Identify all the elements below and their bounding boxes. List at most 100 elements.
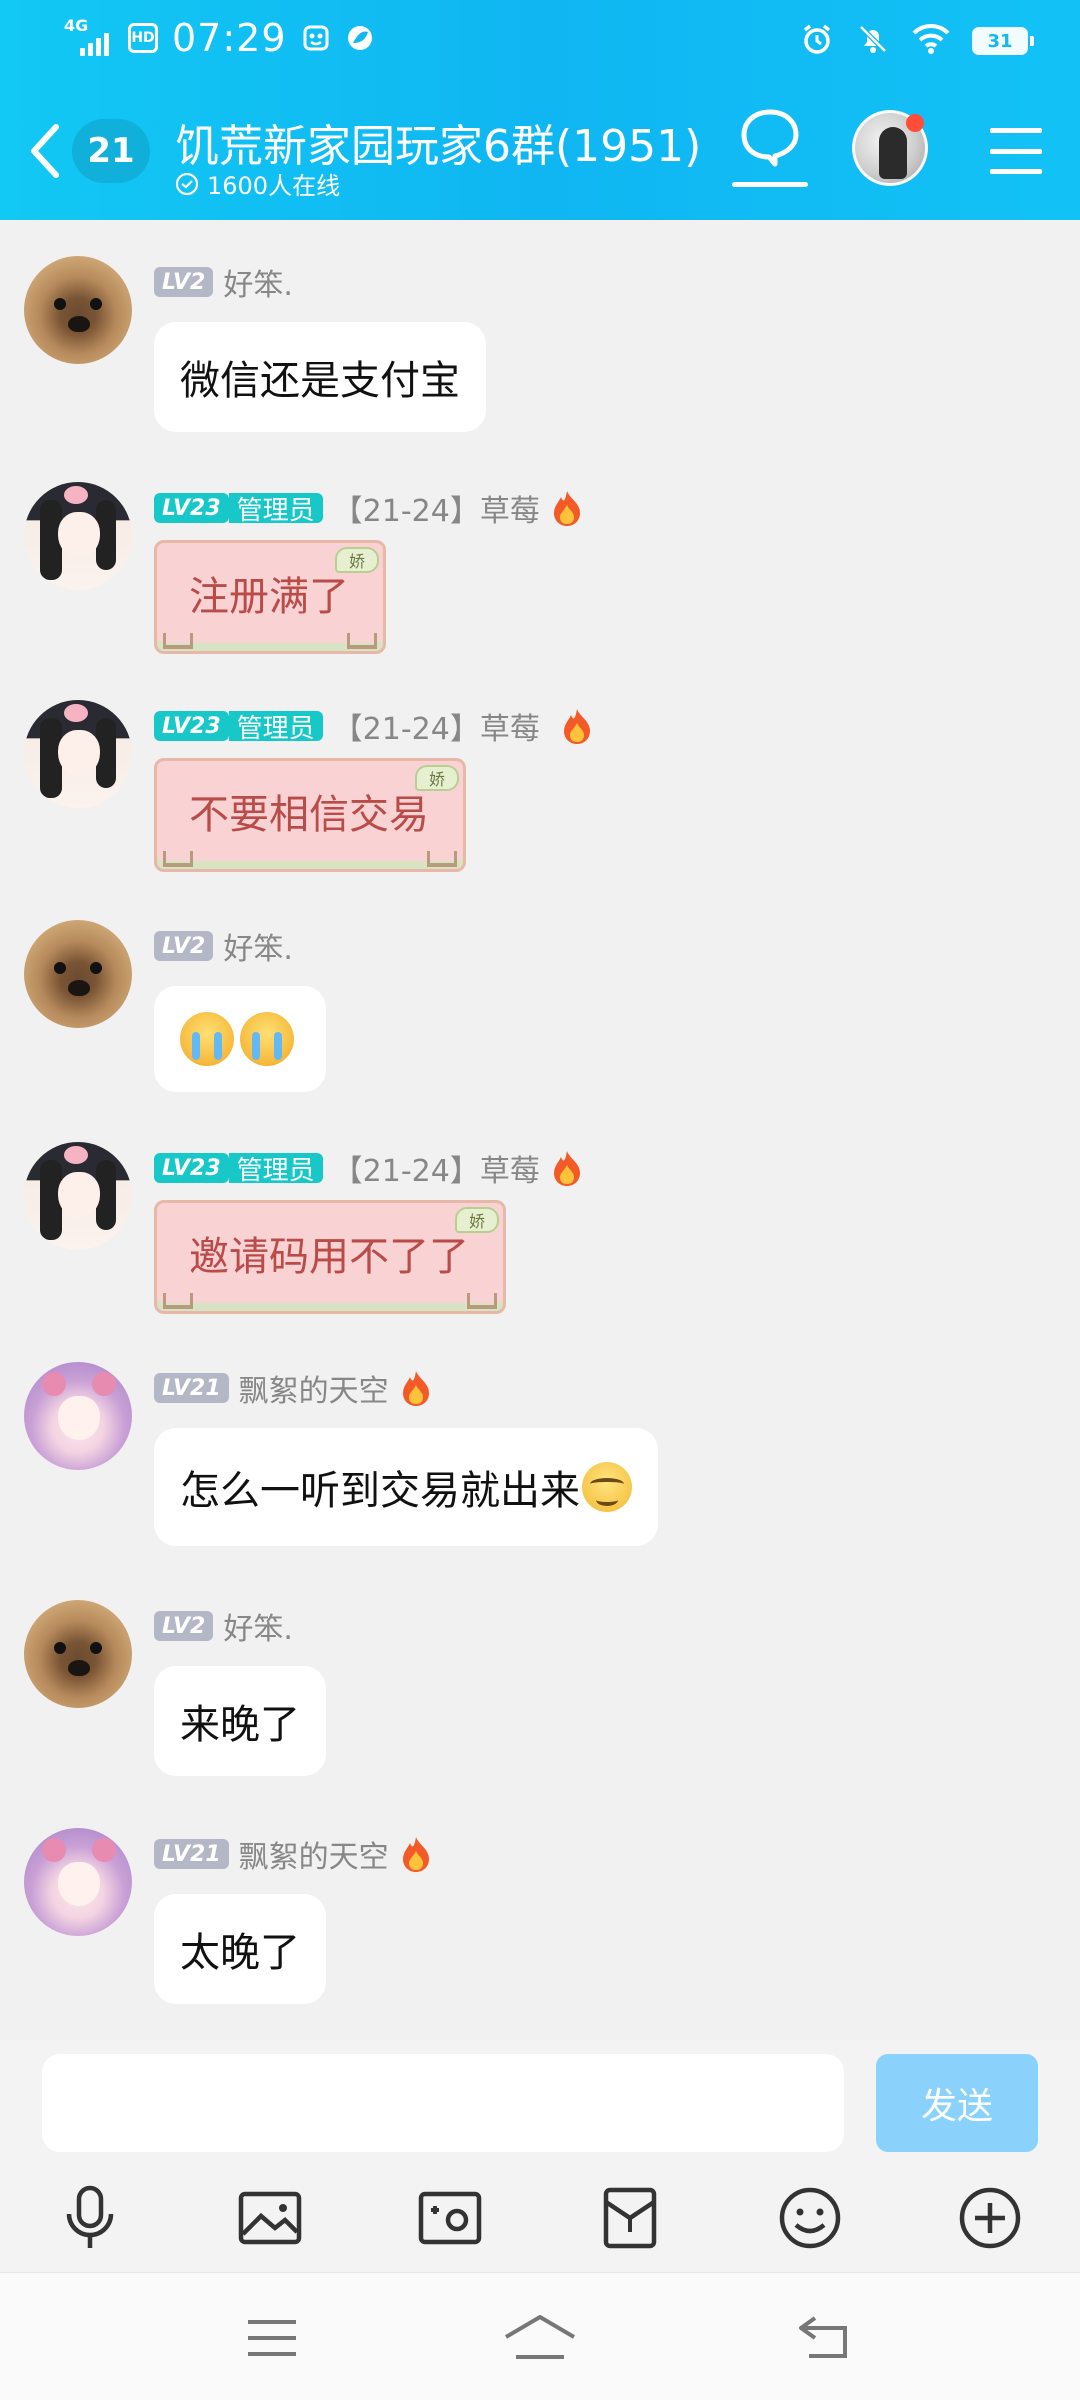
sender-name[interactable]: 草莓 [480, 1146, 540, 1190]
avatar[interactable] [24, 482, 132, 590]
avatar[interactable] [24, 700, 132, 808]
mute-icon [856, 22, 890, 60]
sender-name[interactable]: 草莓 [480, 486, 540, 530]
unread-count-badge: 21 [72, 119, 150, 183]
avatar[interactable] [24, 256, 132, 364]
admin-badge: 管理员 [228, 493, 323, 526]
level-badge: LV21 [154, 1839, 229, 1869]
chat-header: 4G HD 07:29 31 21 饥荒新家园玩家6群(1951) 1600人在… [0, 0, 1080, 220]
check-circle-icon [175, 172, 199, 195]
notification-dot [906, 114, 924, 132]
message-list[interactable]: LV2 好笨. 微信还是支付宝 LV23 管理员 【21-24】 草莓 注册满了… [0, 220, 1080, 2040]
message-bubble[interactable]: 怎么一听到交易就出来 [154, 1428, 658, 1546]
level-badge: LV2 [154, 267, 214, 297]
chat-tab[interactable] [730, 106, 810, 198]
avatar[interactable] [24, 1142, 132, 1250]
hd-icon: HD [128, 23, 158, 53]
admin-badge: 管理员 [228, 711, 323, 744]
camera-icon[interactable] [410, 2178, 490, 2258]
decorated-message-bubble[interactable]: 注册满了 娇 [154, 540, 386, 654]
nav-bar: 21 饥荒新家园玩家6群(1951) 1600人在线 [0, 84, 1080, 220]
bubble-badge: 娇 [455, 1207, 499, 1233]
crying-face-icon [180, 1012, 234, 1066]
sender-name[interactable]: 好笨. [223, 260, 293, 304]
message-text: 注册满了 [189, 574, 349, 620]
message-bubble[interactable] [154, 986, 326, 1092]
menu-icon[interactable] [990, 128, 1042, 174]
level-badge: LV2 [154, 1611, 214, 1641]
input-area: 发送 [0, 2040, 1080, 2272]
flame-icon [550, 489, 584, 527]
sender-name[interactable]: 好笨. [223, 1604, 293, 1648]
avatar[interactable] [24, 1828, 132, 1936]
message-bubble[interactable]: 太晚了 [154, 1894, 326, 2004]
message-bubble[interactable]: 来晚了 [154, 1666, 326, 1776]
message-text: 邀请码用不了了 [189, 1234, 469, 1280]
back-button[interactable]: 21 [28, 116, 158, 186]
sender-name[interactable]: 飘絮的天空 [239, 1366, 389, 1410]
send-button[interactable]: 发送 [876, 2054, 1038, 2152]
message-text: 怎么一听到交易就出来 [180, 1468, 580, 1514]
admin-badge: 管理员 [228, 1153, 323, 1186]
recent-apps-icon[interactable] [232, 2303, 312, 2373]
back-nav-icon[interactable] [784, 2303, 864, 2373]
bubble-badge: 娇 [335, 547, 379, 573]
picture-icon[interactable] [230, 2178, 310, 2258]
avatar[interactable] [24, 1600, 132, 1708]
flame-icon [560, 707, 594, 745]
flame-icon [399, 1835, 433, 1873]
sender-meta: LV23 管理员 【21-24】 草莓 [154, 1149, 584, 1189]
online-count-text: 1600人在线 [207, 172, 341, 200]
chevron-left-icon [28, 121, 72, 181]
system-navigation-bar [0, 2272, 1080, 2400]
status-left: 4G HD 07:29 [62, 16, 375, 60]
level-badge: LV21 [154, 1373, 229, 1403]
sender-name[interactable]: 飘絮的天空 [239, 1832, 389, 1876]
alarm-icon [800, 22, 834, 60]
online-count: 1600人在线 [175, 166, 340, 201]
smirk-face-icon [582, 1462, 632, 1512]
emoji-icon[interactable] [770, 2178, 850, 2258]
flame-icon [550, 1149, 584, 1187]
bubble-badge: 娇 [415, 765, 459, 791]
chat-bubble-icon [741, 109, 799, 167]
sender-meta: LV2 好笨. [154, 264, 293, 303]
sender-tag: 【21-24】 [332, 712, 480, 747]
decorated-message-bubble[interactable]: 邀请码用不了了 娇 [154, 1200, 506, 1314]
active-tab-indicator [732, 182, 808, 187]
status-right: 31 [800, 22, 1034, 60]
sender-meta: LV23 管理员 【21-24】 草莓 [154, 489, 584, 529]
message-input[interactable] [42, 2054, 844, 2152]
flame-icon [399, 1369, 433, 1407]
leaf-notification-icon [345, 23, 375, 53]
sender-name[interactable]: 草莓 [480, 704, 540, 748]
red-packet-icon[interactable] [590, 2178, 670, 2258]
status-bar: 4G HD 07:29 31 [0, 0, 1080, 84]
avatar[interactable] [24, 1362, 132, 1470]
crying-face-icon [240, 1012, 294, 1066]
sender-name[interactable]: 好笨. [223, 924, 293, 968]
level-badge: LV23 [154, 493, 229, 523]
level-badge: LV2 [154, 931, 214, 961]
signal-icon: 4G [62, 16, 114, 60]
decorated-message-bubble[interactable]: 不要相信交易 娇 [154, 758, 466, 872]
message-bubble[interactable]: 微信还是支付宝 [154, 322, 486, 432]
avatar[interactable] [24, 920, 132, 1028]
level-badge: LV23 [154, 711, 229, 741]
sender-meta: LV23 管理员 【21-24】 草莓 [154, 707, 594, 747]
plus-icon[interactable] [950, 2178, 1030, 2258]
home-icon[interactable] [500, 2303, 580, 2373]
group-title[interactable]: 饥荒新家园玩家6群(1951) [175, 110, 701, 174]
sender-tag: 【21-24】 [332, 494, 480, 529]
battery-icon: 31 [972, 27, 1034, 55]
level-badge: LV23 [154, 1153, 229, 1183]
sender-meta: LV2 好笨. [154, 1608, 293, 1647]
app-notification-icon [301, 23, 331, 53]
microphone-icon[interactable] [50, 2178, 130, 2258]
sender-meta: LV21 飘絮的天空 [154, 1369, 433, 1409]
message-text: 不要相信交易 [189, 792, 429, 838]
sender-meta: LV2 好笨. [154, 928, 293, 967]
input-toolbar [0, 2178, 1080, 2268]
sender-meta: LV21 飘絮的天空 [154, 1835, 433, 1875]
wifi-icon [912, 23, 950, 59]
